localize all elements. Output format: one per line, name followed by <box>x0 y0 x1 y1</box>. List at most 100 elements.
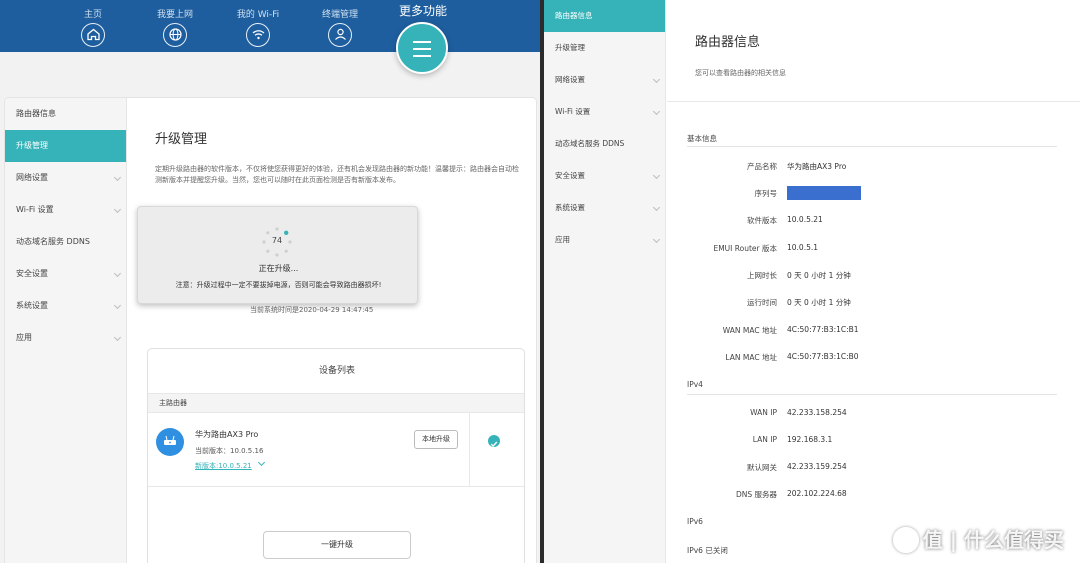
device-list: 设备列表 主路由器 华为路由AX3 Pro 当前版本：10.0.5.16 新版本… <box>147 348 525 563</box>
current-system-time: 当前系统时间是2020-04-29 14:47:45 <box>250 306 374 314</box>
nav-terminal[interactable]: 终端管理 <box>305 0 375 47</box>
globe-icon <box>163 23 187 47</box>
sidebar-item-network[interactable]: 网络设置 <box>544 64 665 96</box>
info-row-gateway: 默认网关 42.233.159.254 <box>667 462 1080 476</box>
sidebar-item-label: 网络设置 <box>555 75 585 84</box>
sidebar-item-system[interactable]: 系统设置 <box>544 192 665 224</box>
sidebar-item-label: 升级管理 <box>555 43 585 52</box>
info-value: 192.168.3.1 <box>787 435 833 444</box>
info-value: 4C:50:77:B3:1C:B1 <box>787 325 859 334</box>
nav-home[interactable]: 主页 <box>58 0 128 47</box>
new-version-link[interactable]: 新版本:10.0.5.21 <box>195 461 252 471</box>
sidebar-item-security[interactable]: 安全设置 <box>544 160 665 192</box>
divider <box>687 146 1057 147</box>
nav-terminal-label: 终端管理 <box>321 10 358 20</box>
info-key: 默认网关 <box>747 463 777 472</box>
divider <box>469 413 470 486</box>
chevron-down-icon <box>113 301 122 310</box>
chevron-down-icon <box>652 75 661 84</box>
sidebar-item-label: 路由器信息 <box>16 109 56 118</box>
watermark-logo-icon <box>892 527 919 553</box>
upgrade-main: 升级管理 定期升级路由器的软件版本，不仅将使您获得更好的体验，还有机会发现路由器… <box>128 98 536 563</box>
sidebar-item-network[interactable]: 网络设置 <box>5 162 126 194</box>
info-row-product-name: 产品名称 华为路由AX3 Pro <box>667 161 1080 175</box>
info-key: 运行时间 <box>747 298 777 307</box>
info-value: 4C:50:77:B3:1C:B0 <box>787 352 859 361</box>
current-version: 当前版本：10.0.5.16 <box>195 447 264 455</box>
divider <box>687 394 1057 395</box>
sidebar-item-system[interactable]: 系统设置 <box>5 290 126 322</box>
page-description: 您可以查看路由器的相关信息 <box>695 69 786 77</box>
info-row-online-duration: 上网时长 0 天 0 小时 1 分钟 <box>667 270 1080 284</box>
more-functions-label: 更多功能 <box>398 4 447 18</box>
ipv4-heading: IPv4 <box>687 380 703 389</box>
info-row-serial: 序列号 <box>667 186 1080 202</box>
nav-wifi[interactable]: 我的 Wi-Fi <box>223 0 293 47</box>
sidebar-item-label: 路由器信息 <box>555 11 593 20</box>
info-value: 10.0.5.1 <box>787 243 819 252</box>
page-title: 路由器信息 <box>695 35 761 50</box>
sidebar-item-label: 系统设置 <box>16 301 48 310</box>
info-key: DNS 服务器 <box>735 490 777 499</box>
sidebar-item-label: 网络设置 <box>16 173 48 182</box>
chevron-down-icon <box>113 333 122 342</box>
sidebar-item-label: 升级管理 <box>16 141 48 150</box>
table-row: 华为路由AX3 Pro 当前版本：10.0.5.16 新版本:10.0.5.21… <box>148 413 524 487</box>
ipv6-heading: IPv6 <box>687 517 703 526</box>
watermark-text: 值 | 什么值得买 <box>922 528 1064 552</box>
upgrade-warning: 注意：升级过程中一定不要拔掉电源，否则可能会导致路由器损坏! <box>175 281 382 289</box>
sidebar-item-label: 动态域名服务 DDNS <box>555 139 625 148</box>
sidebar-item-router-info[interactable]: 路由器信息 <box>544 0 665 32</box>
chevron-down-icon <box>652 107 661 116</box>
chevron-down-icon <box>113 205 122 214</box>
info-key: 序列号 <box>754 189 778 198</box>
progress-value: 74 <box>271 236 283 245</box>
info-key: WAN MAC 地址 <box>722 326 777 335</box>
device-name: 华为路由AX3 Pro <box>195 430 259 439</box>
router-info-screen: 路由器信息 升级管理 网络设置 Wi-Fi 设置 动态域名服务 DDNS 安全设… <box>544 0 1080 563</box>
sidebar-item-apps[interactable]: 应用 <box>5 322 126 354</box>
info-key: LAN IP <box>752 435 777 444</box>
nav-internet[interactable]: 我要上网 <box>140 0 210 47</box>
chevron-down-icon <box>113 269 122 278</box>
upgrade-status: 正在升级... <box>258 264 299 273</box>
sidebar-item-ddns[interactable]: 动态域名服务 DDNS <box>544 128 665 160</box>
main-router-section: 主路由器 <box>148 393 524 413</box>
content-card: 路由器信息 升级管理 网络设置 Wi-Fi 设置 动态域名服务 DDNS 安全设… <box>4 97 537 563</box>
sidebar-item-security[interactable]: 安全设置 <box>5 258 126 290</box>
page-description: 定期升级路由器的软件版本，不仅将使您获得更好的体验，还有机会发现路由器的新功能！… <box>155 165 519 184</box>
menu-icon[interactable] <box>396 22 448 74</box>
right-sidebar: 路由器信息 升级管理 网络设置 Wi-Fi 设置 动态域名服务 DDNS 安全设… <box>544 0 666 563</box>
sidebar-item-label: 安全设置 <box>16 269 48 278</box>
info-row-emui-version: EMUI Router 版本 10.0.5.1 <box>667 243 1080 257</box>
info-row-lan-ip: LAN IP 192.168.3.1 <box>667 435 1080 449</box>
chevron-down-icon <box>652 171 661 180</box>
page-title: 升级管理 <box>155 132 208 147</box>
left-sidebar: 路由器信息 升级管理 网络设置 Wi-Fi 设置 动态域名服务 DDNS 安全设… <box>5 98 127 563</box>
sidebar-item-router-info[interactable]: 路由器信息 <box>5 98 126 130</box>
chevron-down-icon[interactable] <box>257 458 266 467</box>
sidebar-item-wifi[interactable]: Wi-Fi 设置 <box>544 96 665 128</box>
watermark: 值 | 什么值得买 <box>892 524 1064 553</box>
sidebar-item-upgrade[interactable]: 升级管理 <box>5 130 126 162</box>
one-click-upgrade-button[interactable]: 一键升级 <box>263 531 411 559</box>
sidebar-item-apps[interactable]: 应用 <box>544 224 665 256</box>
local-upgrade-button[interactable]: 本地升级 <box>414 430 458 449</box>
router-icon <box>156 428 184 456</box>
nav-internet-label: 我要上网 <box>156 10 193 20</box>
device-list-title: 设备列表 <box>318 366 355 376</box>
chevron-down-icon <box>113 173 122 182</box>
info-key: EMUI Router 版本 <box>713 244 777 253</box>
sidebar-item-wifi[interactable]: Wi-Fi 设置 <box>5 194 126 226</box>
sidebar-item-label: 安全设置 <box>555 171 585 180</box>
redacted-serial-number <box>787 186 861 200</box>
check-icon[interactable] <box>488 435 500 447</box>
sidebar-item-label: 应用 <box>16 333 32 342</box>
info-key: LAN MAC 地址 <box>725 353 777 362</box>
info-row-wan-ip: WAN IP 42.233.158.254 <box>667 408 1080 422</box>
sidebar-item-upgrade[interactable]: 升级管理 <box>544 32 665 64</box>
info-key: 上网时长 <box>747 271 777 280</box>
ipv6-status: IPv6 已关闭 <box>687 546 728 555</box>
chevron-down-icon <box>652 203 661 212</box>
sidebar-item-ddns[interactable]: 动态域名服务 DDNS <box>5 226 126 258</box>
